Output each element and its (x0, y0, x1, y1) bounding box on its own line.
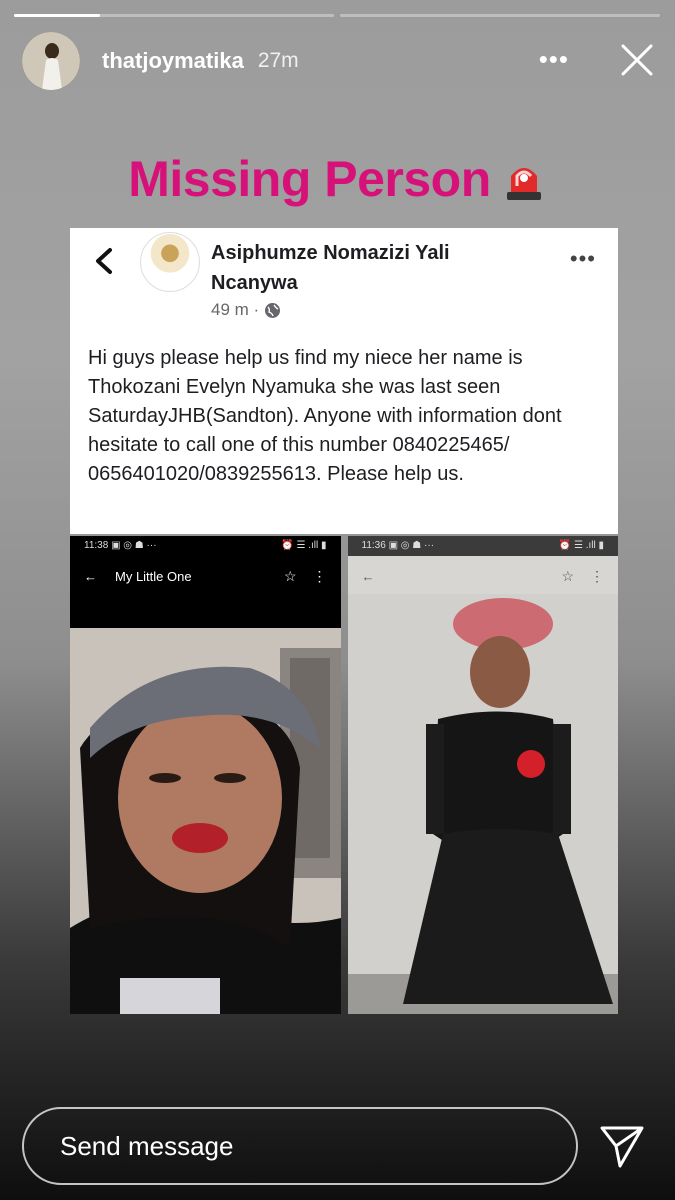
status-bar: 11:36 ▣ ◎ ☗ ··· ⏰ ☰ .ıll ▮ (347, 536, 618, 556)
send-message-input[interactable]: Send message (22, 1107, 578, 1185)
status-icons: ▣ ◎ ☗ ··· (111, 540, 157, 551)
status-icons: ▣ ◎ ☗ ··· (388, 540, 435, 551)
app-bar: ← ☆ ⋮ (348, 558, 619, 594)
story-username[interactable]: thatjoymatika (102, 48, 244, 74)
status-icons-right: ⏰ ☰ .ıll ▮ (558, 540, 604, 551)
siren-icon (506, 168, 541, 200)
menu-icon: ⋮ (312, 567, 327, 584)
post-text: Hi guys please help us find my niece her… (88, 347, 562, 485)
more-options-icon[interactable]: ••• (539, 44, 569, 75)
post-photos: 11:38 ▣ ◎ ☗ ··· ⏰ ☰ .ıll ▮ ← My Little O… (70, 536, 618, 1014)
photo-full-length (347, 594, 618, 1014)
status-bar: 11:38 ▣ ◎ ☗ ··· ⏰ ☰ .ıll ▮ (70, 536, 341, 556)
menu-icon: ⋮ (590, 567, 604, 584)
post-author-name[interactable]: Asiphumze Nomazizi Yali Ncanywa (211, 238, 531, 298)
user-avatar[interactable] (22, 32, 80, 90)
app-bar: ← My Little One ☆ ⋮ (70, 558, 341, 594)
story-progress-2 (340, 14, 660, 17)
post-more-icon[interactable]: ••• (570, 246, 596, 272)
close-icon[interactable] (619, 42, 655, 78)
back-arrow-icon: ← (361, 568, 375, 584)
send-message-placeholder: Send message (60, 1130, 234, 1161)
send-icon[interactable] (598, 1122, 646, 1170)
status-icons-right: ⏰ ☰ .ıll ▮ (281, 540, 327, 551)
story-progress-1 (14, 14, 334, 17)
album-title: My Little One (115, 568, 192, 584)
status-time: 11:36 (361, 540, 386, 551)
story-header: thatjoymatika 27m ••• (22, 30, 655, 92)
post-card: Asiphumze Nomazizi Yali Ncanywa 49 m · •… (70, 228, 618, 534)
post-author-avatar[interactable] (140, 232, 200, 292)
story-title: Missing Person (0, 150, 675, 208)
photo-left[interactable]: 11:38 ▣ ◎ ☗ ··· ⏰ ☰ .ıll ▮ ← My Little O… (70, 536, 341, 1014)
story-time: 27m (257, 49, 299, 72)
story-title-text: Missing Person (128, 151, 491, 207)
photo-right[interactable]: 11:36 ▣ ◎ ☗ ··· ⏰ ☰ .ıll ▮ ← ☆ ⋮ (347, 536, 619, 1014)
status-time: 11:38 (84, 540, 109, 551)
star-icon: ☆ (283, 567, 297, 584)
post-meta: 49 m · (211, 300, 281, 320)
back-arrow-icon: ← (84, 568, 97, 584)
photo-selfie (70, 628, 341, 1014)
post-time: 49 m · (211, 300, 260, 319)
chevron-left-icon[interactable] (92, 246, 116, 276)
globe-icon (265, 302, 281, 318)
star-icon: ☆ (561, 567, 574, 584)
